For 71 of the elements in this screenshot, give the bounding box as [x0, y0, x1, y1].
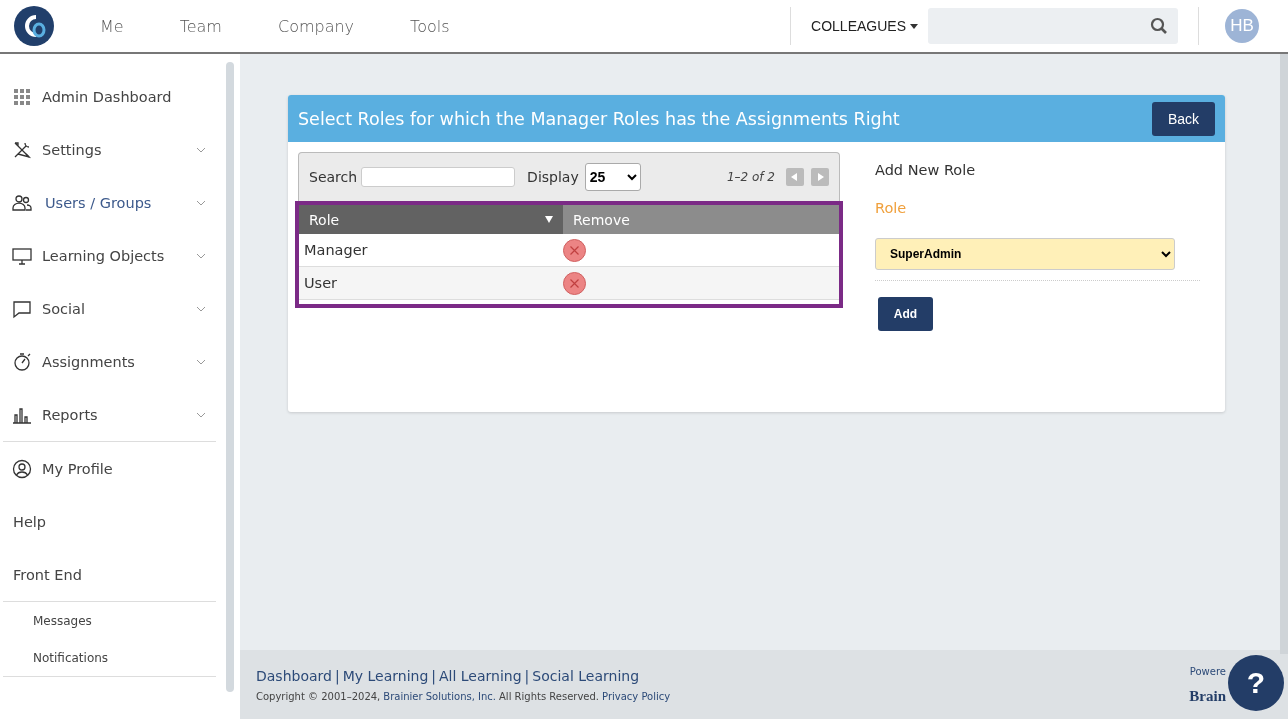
paging-info: 1–2 of 2 — [726, 170, 775, 184]
chevron-down-icon[interactable] — [196, 411, 206, 418]
search-icon[interactable] — [1150, 17, 1168, 35]
chevron-down-icon[interactable] — [196, 146, 206, 153]
footer-link[interactable]: Dashboard — [256, 668, 332, 684]
form-heading: Add New Role — [875, 162, 977, 178]
add-button[interactable]: Add — [878, 297, 933, 331]
sort-icon[interactable] — [545, 216, 553, 223]
rights-text: All Rights Reserved. — [499, 691, 600, 702]
sidebar-item[interactable]: Settings — [3, 123, 216, 176]
nav-link[interactable]: Tools — [382, 16, 478, 36]
scrollbar[interactable] — [1280, 54, 1288, 654]
owner-link[interactable]: Brainier Solutions, Inc. — [383, 691, 496, 702]
chat-bubble-icon — [12, 298, 32, 319]
role-select[interactable]: SuperAdmin — [875, 238, 1175, 270]
right-arrow-icon[interactable] — [816, 173, 824, 181]
sidebar-item[interactable]: Admin Dashboard — [3, 70, 216, 123]
sidebar-item[interactable]: Learning Objects — [3, 229, 216, 282]
card-title: Select Roles for which the Manager Roles has the Assignments Right — [298, 108, 901, 129]
tools-icon — [12, 139, 32, 160]
footer-link[interactable]: Social Learning — [532, 668, 640, 684]
sidebar-item[interactable]: Front End — [3, 548, 216, 601]
separator: | — [334, 668, 340, 684]
caret-icon[interactable] — [910, 23, 918, 29]
profile-icon — [12, 458, 32, 479]
privacy-link[interactable]: Privacy Policy — [602, 691, 671, 702]
column-header[interactable]: Role — [299, 205, 563, 234]
help-button[interactable]: ? — [1228, 655, 1284, 711]
chevron-down-icon[interactable] — [196, 305, 206, 312]
separator: | — [524, 668, 530, 684]
separator: | — [431, 668, 436, 684]
table-cell-text: Manager — [303, 242, 369, 258]
chevron-down-icon[interactable] — [196, 199, 206, 206]
sidebar-item[interactable]: Assignments — [3, 335, 216, 388]
back-button[interactable]: Back — [1151, 101, 1215, 136]
remove-icon[interactable] — [563, 271, 586, 295]
sidebar-item[interactable]: Users / Groups — [3, 176, 216, 229]
search-field[interactable] — [928, 8, 1178, 44]
users-icon — [12, 192, 32, 213]
next-page-button[interactable] — [811, 168, 829, 186]
sidebar-item[interactable]: Social — [3, 282, 216, 335]
left-arrow-icon[interactable] — [791, 173, 799, 181]
previous-page-button[interactable] — [786, 168, 804, 186]
brand-logo: Brain — [1189, 688, 1226, 705]
footer-link[interactable]: All Learning — [439, 668, 522, 684]
nav-link[interactable]: Me — [72, 16, 152, 36]
table-cell-text: User — [303, 275, 339, 291]
scrollbar[interactable] — [226, 62, 234, 692]
scope-dropdown[interactable]: COLLEAGUES — [791, 18, 928, 34]
powered-by-text: Powere — [1189, 666, 1226, 677]
nav-link[interactable]: Company — [249, 16, 383, 36]
copyright-text: Copyright © 2001–2024, — [256, 691, 381, 702]
page-size-select[interactable]: 25 — [584, 163, 641, 191]
search-field[interactable] — [361, 167, 516, 187]
sidebar-item[interactable]: Reports — [3, 388, 216, 441]
sidebar-item[interactable]: My Profile — [3, 442, 216, 495]
monitor-icon — [12, 245, 32, 266]
sidebar-item[interactable]: Notifications — [3, 639, 216, 676]
logo-icon[interactable] — [14, 6, 54, 46]
search-label: Search — [309, 169, 358, 185]
sidebar-item[interactable]: Help — [3, 495, 216, 548]
display-label: Display — [527, 169, 579, 185]
stopwatch-icon — [12, 351, 32, 372]
chevron-down-icon[interactable] — [196, 252, 206, 259]
grid-icon — [12, 86, 32, 107]
footer-link[interactable]: My Learning — [342, 668, 429, 684]
field-label: Role — [875, 200, 908, 216]
sidebar-item[interactable]: Messages — [3, 602, 216, 639]
nav-link[interactable]: Team — [151, 16, 250, 36]
remove-icon[interactable] — [563, 238, 586, 262]
chevron-down-icon[interactable] — [196, 358, 206, 365]
